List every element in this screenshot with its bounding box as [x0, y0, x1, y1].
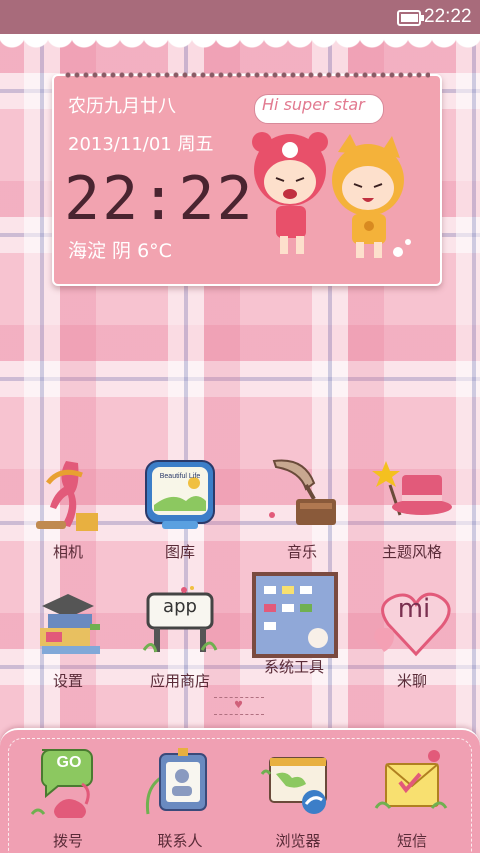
- status-clock: 22:22: [424, 6, 472, 27]
- clock-weather-widget[interactable]: 农历九月廿八 2013/11/01 周五 22:22 海淀 阴 6°C Hi s…: [52, 70, 442, 286]
- miliao-badge-text: mi: [397, 594, 431, 624]
- lace-border: [0, 34, 480, 64]
- cartoon-characters-illustration: [252, 132, 411, 258]
- app-system-tools[interactable]: 系统工具: [244, 570, 344, 690]
- contacts-icon: [145, 748, 207, 815]
- browser-icon: [260, 757, 327, 814]
- dock-messages[interactable]: 短信: [362, 744, 462, 853]
- dock-browser[interactable]: 浏览器: [248, 744, 348, 853]
- weather-text: 海淀 阴 6°C: [68, 240, 172, 262]
- app-miliao[interactable]: mi 米聊: [362, 584, 462, 704]
- dock-label-contacts: 联系人: [157, 832, 203, 850]
- date-text: 2013/11/01 周五: [68, 134, 214, 155]
- lunar-date: 农历九月廿八: [68, 96, 176, 117]
- app-themes[interactable]: 主题风格: [362, 455, 462, 575]
- app-label-system-tools: 系统工具: [263, 658, 324, 676]
- gallery-card-caption: Beautiful Life: [159, 473, 201, 480]
- speech-bubble-text: Hi super star: [262, 95, 365, 114]
- dock-contacts[interactable]: 联系人: [130, 744, 230, 853]
- dock-label-messages: 短信: [396, 832, 427, 850]
- dialer-badge-text: GO: [56, 754, 82, 771]
- app-label-miliao: 米聊: [396, 672, 427, 690]
- music-icon: [269, 459, 336, 525]
- widget-time: 22:22: [64, 164, 255, 234]
- app-store-sign-text: app: [163, 596, 197, 617]
- app-label-camera: 相机: [52, 543, 83, 561]
- system-tools-icon: [252, 572, 338, 658]
- app-music[interactable]: 音乐: [252, 455, 352, 575]
- dock-label-browser: 浏览器: [275, 832, 321, 850]
- themes-icon: [372, 461, 452, 516]
- calendar-spiral: [64, 70, 430, 80]
- dock-phone[interactable]: GO 拨号: [18, 744, 118, 853]
- battery-icon: [397, 10, 424, 26]
- dock: GO 拨号 联系人 浏览器 短信: [0, 728, 480, 853]
- app-gallery[interactable]: Beautiful Life 图库: [130, 455, 230, 575]
- home-screen: 22:22 农历九月廿八 2013/11/01 周五 22:22 海淀 阴 6°…: [0, 0, 480, 853]
- status-bar: 22:22: [0, 0, 480, 34]
- page-indicator[interactable]: ♥: [214, 697, 264, 715]
- app-label-themes: 主题风格: [381, 543, 442, 561]
- gallery-icon: [145, 460, 215, 529]
- app-label-music: 音乐: [286, 543, 317, 561]
- app-settings[interactable]: 设置: [18, 584, 118, 704]
- heart-icon: ♥: [234, 700, 243, 711]
- app-label-gallery: 图库: [164, 543, 195, 561]
- app-camera[interactable]: 相机: [18, 455, 118, 575]
- settings-icon: [40, 594, 100, 654]
- app-app-store[interactable]: app 应用商店: [130, 584, 230, 704]
- app-label-settings: 设置: [52, 672, 83, 690]
- camera-icon: [36, 461, 98, 531]
- messages-icon: [374, 750, 448, 809]
- dock-label-phone: 拨号: [52, 832, 83, 850]
- app-label-app-store: 应用商店: [149, 672, 210, 690]
